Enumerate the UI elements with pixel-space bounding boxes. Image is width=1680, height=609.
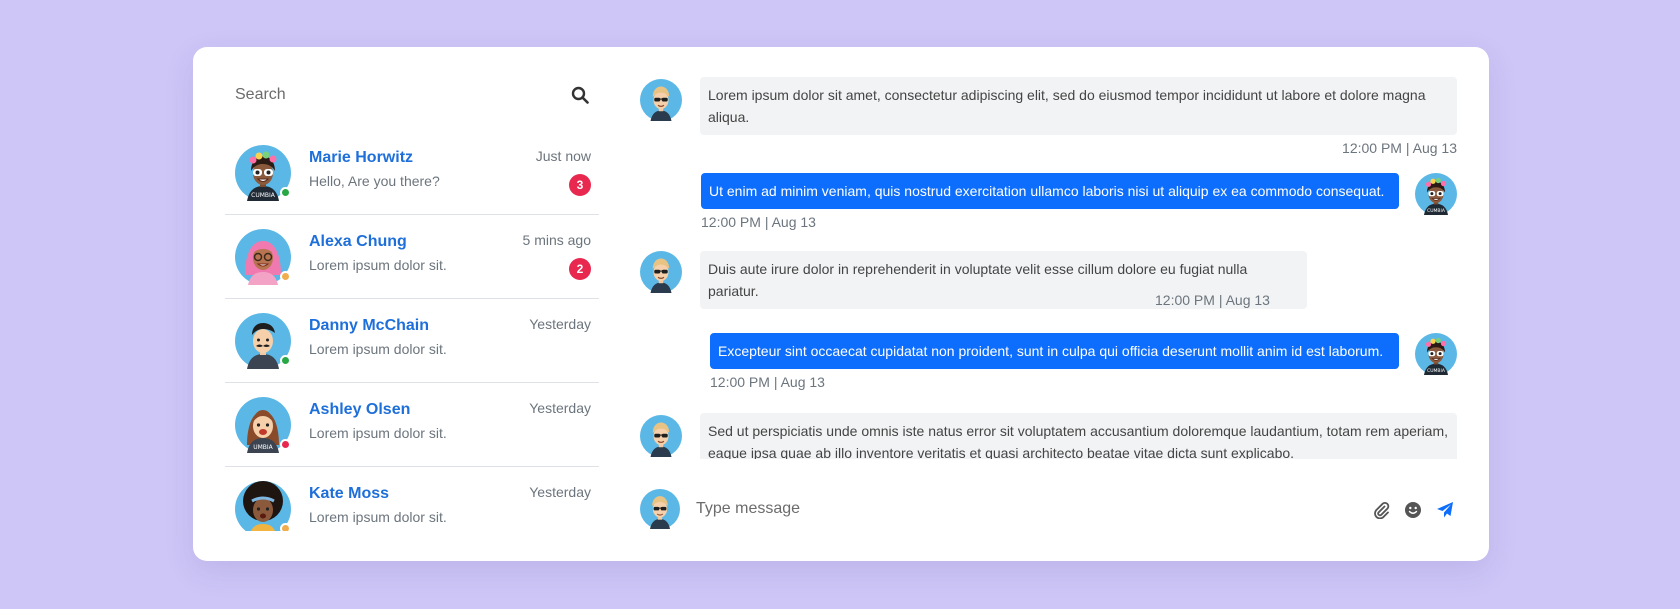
paperclip-icon[interactable] bbox=[1372, 501, 1390, 519]
unread-badge: 2 bbox=[569, 258, 591, 280]
conversation-item[interactable]: Marie Horwitz Hello, Are you there? Just… bbox=[225, 131, 599, 215]
avatar bbox=[235, 313, 291, 369]
search-input[interactable] bbox=[235, 79, 535, 111]
search-bar bbox=[225, 75, 599, 115]
conversation-item[interactable]: Kate Moss Lorem ipsum dolor sit. Yesterd… bbox=[225, 467, 599, 531]
message-timestamp: 12:00 PM | Aug 13 bbox=[1155, 292, 1270, 308]
conversation-item[interactable]: Danny McChain Lorem ipsum dolor sit. Yes… bbox=[225, 299, 599, 383]
message-incoming: Lorem ipsum dolor sit amet, consectetur … bbox=[640, 73, 1462, 159]
message-bubble: Ut enim ad minim veniam, quis nostrud ex… bbox=[701, 173, 1399, 209]
message-timestamp: 12:00 PM | Aug 13 bbox=[701, 214, 816, 230]
message-bubble: Lorem ipsum dolor sit amet, consectetur … bbox=[700, 77, 1457, 135]
conversation-time: Yesterday bbox=[529, 400, 591, 416]
search-icon[interactable] bbox=[571, 86, 589, 104]
message-preview: Hello, Are you there? bbox=[309, 173, 440, 189]
conversation-time: Just now bbox=[535, 148, 591, 164]
avatar bbox=[640, 489, 680, 529]
avatar bbox=[235, 397, 291, 453]
status-dot-online bbox=[280, 355, 291, 366]
message-incoming: Sed ut perspiciatis unde omnis iste natu… bbox=[640, 413, 1462, 459]
message-outgoing: Ut enim ad minim veniam, quis nostrud ex… bbox=[640, 173, 1462, 243]
message-list[interactable]: Lorem ipsum dolor sit amet, consectetur … bbox=[640, 73, 1462, 459]
avatar bbox=[235, 229, 291, 285]
unread-badge: 3 bbox=[569, 174, 591, 196]
message-input[interactable] bbox=[696, 493, 1296, 525]
message-preview: Lorem ipsum dolor sit. bbox=[309, 509, 447, 525]
avatar bbox=[1415, 173, 1457, 215]
status-dot-online bbox=[280, 187, 291, 198]
conversation-time: 5 mins ago bbox=[522, 232, 591, 248]
message-preview: Lorem ipsum dolor sit. bbox=[309, 425, 447, 441]
avatar bbox=[640, 415, 682, 457]
message-outgoing: Excepteur sint occaecat cupidatat non pr… bbox=[640, 333, 1462, 403]
message-preview: Lorem ipsum dolor sit. bbox=[309, 257, 447, 273]
status-dot-away bbox=[280, 523, 291, 531]
conversation-panel: Marie Horwitz Hello, Are you there? Just… bbox=[225, 47, 599, 561]
conversation-item[interactable]: Ashley Olsen Lorem ipsum dolor sit. Yest… bbox=[225, 383, 599, 467]
contact-name: Ashley Olsen bbox=[309, 401, 411, 418]
message-preview: Lorem ipsum dolor sit. bbox=[309, 341, 447, 357]
contact-name: Kate Moss bbox=[309, 485, 390, 502]
chat-card: Marie Horwitz Hello, Are you there? Just… bbox=[193, 47, 1489, 561]
chat-panel: Lorem ipsum dolor sit amet, consectetur … bbox=[640, 47, 1462, 561]
avatar bbox=[1415, 333, 1457, 375]
conversation-time: Yesterday bbox=[529, 484, 591, 500]
send-icon[interactable] bbox=[1436, 501, 1454, 519]
contact-name: Alexa Chung bbox=[309, 233, 407, 250]
conversation-list: Marie Horwitz Hello, Are you there? Just… bbox=[225, 131, 599, 531]
message-composer bbox=[640, 485, 1462, 535]
avatar bbox=[640, 79, 682, 121]
status-dot-away bbox=[280, 271, 291, 282]
conversation-time: Yesterday bbox=[529, 316, 591, 332]
message-timestamp: 12:00 PM | Aug 13 bbox=[1342, 140, 1457, 156]
contact-name: Danny McChain bbox=[309, 317, 430, 334]
avatar bbox=[235, 145, 291, 201]
conversation-item[interactable]: Alexa Chung Lorem ipsum dolor sit. 5 min… bbox=[225, 215, 599, 299]
avatar bbox=[640, 251, 682, 293]
contact-name: Marie Horwitz bbox=[309, 149, 414, 166]
avatar bbox=[235, 481, 291, 531]
message-bubble: Sed ut perspiciatis unde omnis iste natu… bbox=[700, 413, 1457, 459]
message-timestamp: 12:00 PM | Aug 13 bbox=[710, 374, 825, 390]
message-incoming: Duis aute irure dolor in reprehenderit i… bbox=[640, 251, 1462, 331]
message-bubble: Excepteur sint occaecat cupidatat non pr… bbox=[710, 333, 1399, 369]
status-dot-busy bbox=[280, 439, 291, 450]
smile-icon[interactable] bbox=[1404, 501, 1422, 519]
